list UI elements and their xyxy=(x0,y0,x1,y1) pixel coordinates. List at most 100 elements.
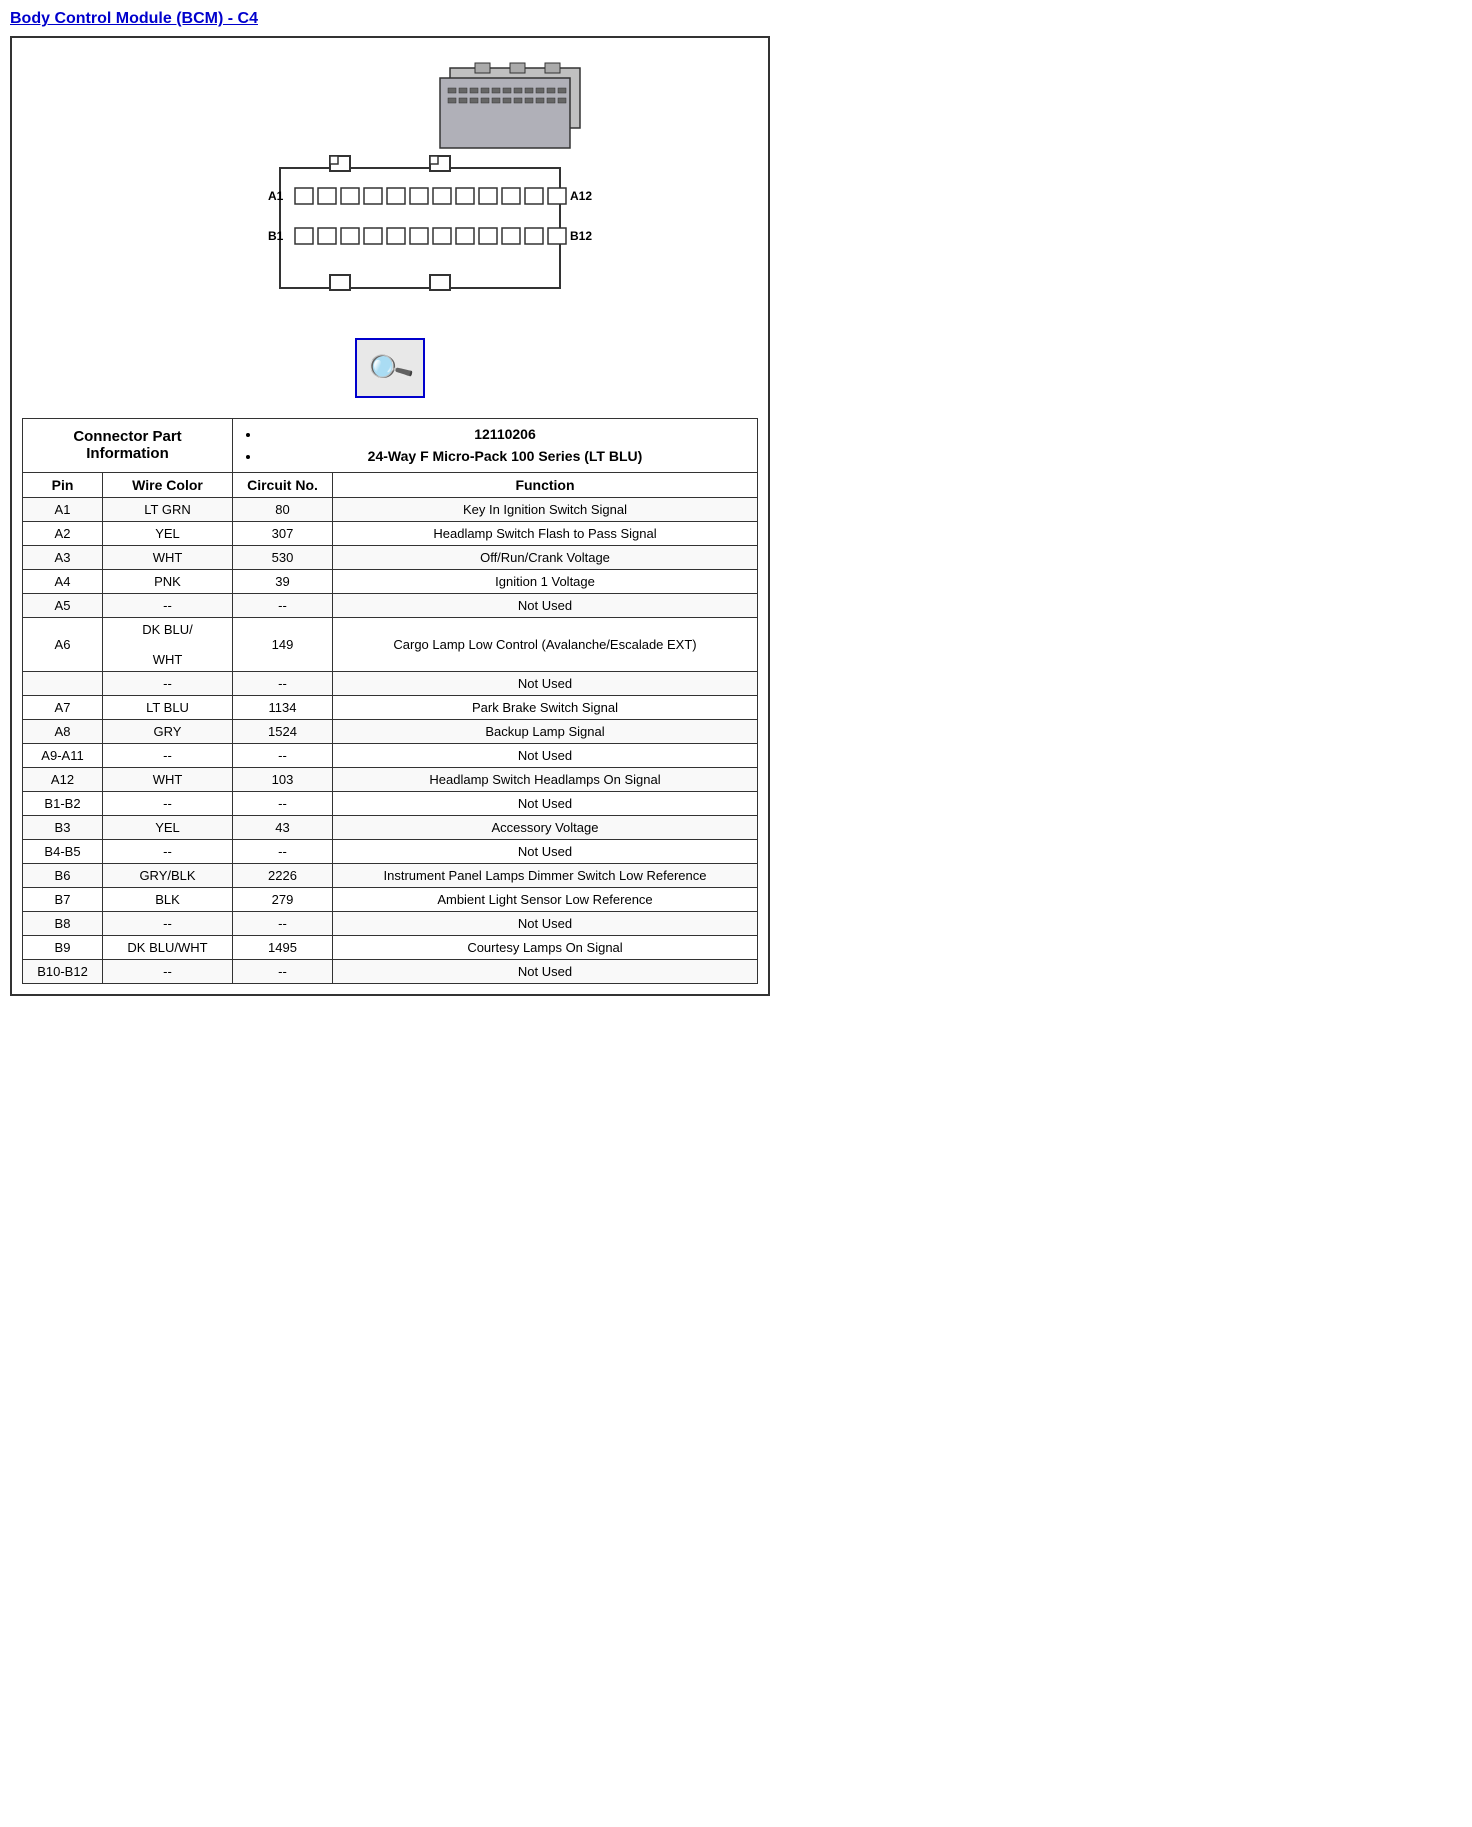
cell-wire-color: PNK xyxy=(103,569,233,593)
cell-circuit-no: -- xyxy=(233,593,333,617)
table-row: A3WHT530Off/Run/Crank Voltage xyxy=(23,545,758,569)
cell-circuit-no: 1134 xyxy=(233,695,333,719)
cell-wire-color: GRY xyxy=(103,719,233,743)
cell-circuit-no: -- xyxy=(233,743,333,767)
cell-wire-color: GRY/BLK xyxy=(103,863,233,887)
cell-pin: B1-B2 xyxy=(23,791,103,815)
cell-function: Courtesy Lamps On Signal xyxy=(333,935,758,959)
cell-circuit-no: 279 xyxy=(233,887,333,911)
cell-pin: A12 xyxy=(23,767,103,791)
connector-info-data: 12110206 24-Way F Micro-Pack 100 Series … xyxy=(233,419,758,473)
cell-function: Off/Run/Crank Voltage xyxy=(333,545,758,569)
table-row: B10-B12----Not Used xyxy=(23,959,758,983)
cell-wire-color: WHT xyxy=(103,767,233,791)
cell-function: Cargo Lamp Low Control (Avalanche/Escala… xyxy=(333,617,758,671)
table-row: B4-B5----Not Used xyxy=(23,839,758,863)
table-row: A2YEL307Headlamp Switch Flash to Pass Si… xyxy=(23,521,758,545)
cell-circuit-no: 80 xyxy=(233,497,333,521)
cell-function: Ambient Light Sensor Low Reference xyxy=(333,887,758,911)
cell-function: Not Used xyxy=(333,791,758,815)
cell-circuit-no: 43 xyxy=(233,815,333,839)
cell-wire-color: -- xyxy=(103,959,233,983)
table-row: A12WHT103Headlamp Switch Headlamps On Si… xyxy=(23,767,758,791)
connector-svg-area: A1 A12 B1 B12 xyxy=(22,48,758,328)
cell-wire-color: -- xyxy=(103,593,233,617)
cell-circuit-no: 1495 xyxy=(233,935,333,959)
cell-pin xyxy=(23,671,103,695)
magnify-icon: 🔍 xyxy=(363,342,417,395)
table-row: A4PNK39Ignition 1 Voltage xyxy=(23,569,758,593)
cell-pin: B3 xyxy=(23,815,103,839)
cell-function: Ignition 1 Voltage xyxy=(333,569,758,593)
connector-part-number: 12110206 xyxy=(261,423,749,445)
cell-pin: A9-A11 xyxy=(23,743,103,767)
cell-pin: B9 xyxy=(23,935,103,959)
cell-wire-color: DK BLU/WHT xyxy=(103,617,233,671)
table-row: B8----Not Used xyxy=(23,911,758,935)
cell-pin: A3 xyxy=(23,545,103,569)
cell-circuit-no: 103 xyxy=(233,767,333,791)
cell-circuit-no: 1524 xyxy=(233,719,333,743)
cell-circuit-no: -- xyxy=(233,791,333,815)
svg-text:B12: B12 xyxy=(570,229,592,243)
page-title: Body Control Module (BCM) - C4 xyxy=(10,10,770,28)
table-row: A9-A11----Not Used xyxy=(23,743,758,767)
connector-part-desc: 24-Way F Micro-Pack 100 Series (LT BLU) xyxy=(261,445,749,467)
table-row: A5----Not Used xyxy=(23,593,758,617)
cell-circuit-no: -- xyxy=(233,911,333,935)
svg-text:A12: A12 xyxy=(570,189,592,203)
cell-function: Key In Ignition Switch Signal xyxy=(333,497,758,521)
cell-function: Headlamp Switch Flash to Pass Signal xyxy=(333,521,758,545)
cell-function: Instrument Panel Lamps Dimmer Switch Low… xyxy=(333,863,758,887)
cell-function: Accessory Voltage xyxy=(333,815,758,839)
cell-pin: A7 xyxy=(23,695,103,719)
svg-text:B1: B1 xyxy=(268,229,284,243)
cell-function: Backup Lamp Signal xyxy=(333,719,758,743)
cell-circuit-no: 39 xyxy=(233,569,333,593)
cell-circuit-no: -- xyxy=(233,671,333,695)
cell-function: Not Used xyxy=(333,743,758,767)
cell-function: Park Brake Switch Signal xyxy=(333,695,758,719)
table-row: A7LT BLU1134Park Brake Switch Signal xyxy=(23,695,758,719)
table-row: ----Not Used xyxy=(23,671,758,695)
cell-function: Headlamp Switch Headlamps On Signal xyxy=(333,767,758,791)
table-row: A8GRY1524Backup Lamp Signal xyxy=(23,719,758,743)
table-row: B9DK BLU/WHT1495Courtesy Lamps On Signal xyxy=(23,935,758,959)
cell-wire-color: DK BLU/WHT xyxy=(103,935,233,959)
header-function: Function xyxy=(333,472,758,497)
header-wire-color: Wire Color xyxy=(103,472,233,497)
header-circuit-no: Circuit No. xyxy=(233,472,333,497)
cell-pin: A5 xyxy=(23,593,103,617)
connector-info-row: Connector Part Information 12110206 24-W… xyxy=(23,419,758,473)
main-border: A1 A12 B1 B12 🔍 Connector Part Informati… xyxy=(10,36,770,996)
cell-circuit-no: 530 xyxy=(233,545,333,569)
connector-info-label: Connector Part Information xyxy=(23,419,233,473)
cell-wire-color: -- xyxy=(103,791,233,815)
magnify-icon-area: 🔍 xyxy=(355,338,425,398)
cell-wire-color: LT BLU xyxy=(103,695,233,719)
table-row: A1LT GRN80Key In Ignition Switch Signal xyxy=(23,497,758,521)
cell-wire-color: YEL xyxy=(103,521,233,545)
cell-circuit-no: -- xyxy=(233,959,333,983)
cell-pin: B7 xyxy=(23,887,103,911)
main-table: Connector Part Information 12110206 24-W… xyxy=(22,418,758,984)
cell-wire-color: -- xyxy=(103,839,233,863)
table-row: B6GRY/BLK2226Instrument Panel Lamps Dimm… xyxy=(23,863,758,887)
cell-pin: A2 xyxy=(23,521,103,545)
cell-circuit-no: 149 xyxy=(233,617,333,671)
table-row: B1-B2----Not Used xyxy=(23,791,758,815)
table-row: A6DK BLU/WHT149Cargo Lamp Low Control (A… xyxy=(23,617,758,671)
cell-circuit-no: -- xyxy=(233,839,333,863)
cell-pin: B4-B5 xyxy=(23,839,103,863)
cell-wire-color: WHT xyxy=(103,545,233,569)
cell-wire-color: BLK xyxy=(103,887,233,911)
cell-pin: A4 xyxy=(23,569,103,593)
cell-wire-color: LT GRN xyxy=(103,497,233,521)
cell-function: Not Used xyxy=(333,959,758,983)
cell-pin: B6 xyxy=(23,863,103,887)
cell-pin: A6 xyxy=(23,617,103,671)
connector-diagram: A1 A12 B1 B12 🔍 xyxy=(22,48,758,408)
cell-wire-color: -- xyxy=(103,743,233,767)
cell-wire-color: YEL xyxy=(103,815,233,839)
cell-pin: B10-B12 xyxy=(23,959,103,983)
